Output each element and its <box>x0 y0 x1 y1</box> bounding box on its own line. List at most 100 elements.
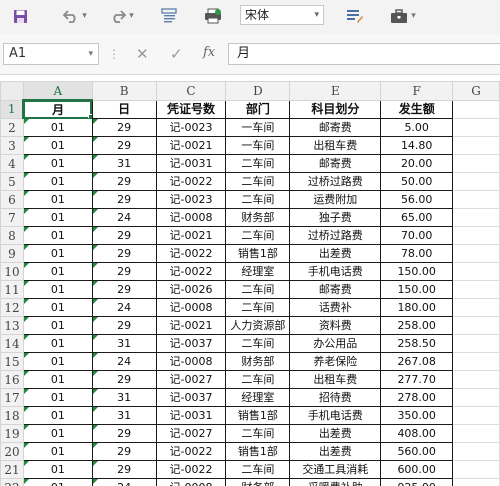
cell[interactable]: 01 <box>22 226 93 245</box>
cell[interactable]: 出租车费 <box>289 136 382 155</box>
cell[interactable]: 14.80 <box>380 136 454 155</box>
cell[interactable]: 二车间 <box>225 298 291 317</box>
cell[interactable]: 31 <box>91 154 157 173</box>
cell[interactable]: 29 <box>91 244 157 263</box>
cell[interactable]: 29 <box>91 226 157 245</box>
cell[interactable]: 养老保险 <box>289 352 382 371</box>
cell[interactable]: 29 <box>91 316 157 335</box>
cell[interactable]: 277.70 <box>380 370 454 389</box>
column-header[interactable]: F <box>380 81 454 101</box>
cell[interactable]: 二车间 <box>225 424 291 443</box>
cell[interactable]: 销售1部 <box>225 244 291 263</box>
cell[interactable]: 经理室 <box>225 388 291 407</box>
row-header[interactable]: 7 <box>0 208 24 227</box>
row-header[interactable]: 1 <box>0 99 25 119</box>
cell[interactable] <box>452 136 500 155</box>
cell[interactable]: 600.00 <box>380 460 454 479</box>
undo-dropdown-icon[interactable]: ▾ <box>82 11 87 21</box>
cell[interactable] <box>452 172 500 191</box>
insert-function-icon[interactable]: fx <box>203 45 215 60</box>
row-header[interactable]: 2 <box>0 118 24 137</box>
cell[interactable]: 二车间 <box>225 334 291 353</box>
cell[interactable] <box>452 424 500 443</box>
cell[interactable]: 24 <box>91 352 157 371</box>
row-header[interactable]: 6 <box>0 190 24 209</box>
cell[interactable]: 手机电话费 <box>289 406 382 425</box>
cell[interactable]: 邮寄费 <box>289 280 382 299</box>
enter-icon[interactable]: ✓ <box>170 45 183 63</box>
cell[interactable] <box>452 298 500 317</box>
cell[interactable]: 29 <box>91 424 157 443</box>
cell[interactable]: 01 <box>22 316 93 335</box>
cell[interactable]: 二车间 <box>225 172 291 191</box>
cell[interactable]: 发生额 <box>380 99 454 119</box>
cell[interactable]: 65.00 <box>380 208 454 227</box>
cell[interactable]: 01 <box>22 352 93 371</box>
cell[interactable]: 记-0023 <box>155 190 227 209</box>
row-header[interactable]: 17 <box>0 388 24 407</box>
cell[interactable]: 人力资源部 <box>225 316 291 335</box>
format-painter-icon[interactable] <box>158 6 180 26</box>
row-header[interactable]: 11 <box>0 280 24 299</box>
cell[interactable]: 记-0008 <box>155 352 227 371</box>
cell[interactable]: 29 <box>91 118 157 137</box>
cell[interactable]: 经理室 <box>225 262 291 281</box>
cell[interactable] <box>452 99 500 119</box>
cell[interactable]: 出差费 <box>289 244 382 263</box>
cell[interactable]: 记-0022 <box>155 442 227 461</box>
cell[interactable]: 独子费 <box>289 208 382 227</box>
cell[interactable]: 01 <box>22 460 93 479</box>
undo-icon[interactable]: ▾ <box>58 6 92 26</box>
cell[interactable]: 350.00 <box>380 406 454 425</box>
column-header[interactable]: A <box>22 81 93 101</box>
cell[interactable]: 29 <box>91 442 157 461</box>
row-header[interactable]: 14 <box>0 334 24 353</box>
cell[interactable]: 258.50 <box>380 334 454 353</box>
cell[interactable]: 销售1部 <box>225 442 291 461</box>
cell[interactable] <box>452 460 500 479</box>
cell[interactable]: 29 <box>91 172 157 191</box>
cell[interactable]: 01 <box>22 190 93 209</box>
row-header[interactable]: 8 <box>0 226 24 245</box>
drag-handle-icon[interactable]: ⋮ <box>108 47 120 61</box>
redo-dropdown-icon[interactable]: ▾ <box>129 11 134 21</box>
cancel-icon[interactable]: ✕ <box>136 45 149 63</box>
row-header[interactable]: 15 <box>0 352 24 371</box>
row-header[interactable]: 12 <box>0 298 24 317</box>
row-header[interactable]: 10 <box>0 262 24 281</box>
cell[interactable]: 记-0023 <box>155 118 227 137</box>
cell[interactable]: 二车间 <box>225 154 291 173</box>
cell[interactable]: 记-0027 <box>155 370 227 389</box>
row-header[interactable]: 22 <box>0 478 24 486</box>
cell[interactable]: 二车间 <box>225 280 291 299</box>
cell[interactable]: 财务部 <box>225 208 291 227</box>
conditional-format-icon[interactable] <box>344 6 366 26</box>
cell[interactable]: 78.00 <box>380 244 454 263</box>
cell[interactable]: 凭证号数 <box>155 99 227 119</box>
cell[interactable]: 01 <box>22 478 93 486</box>
cell[interactable]: 01 <box>22 172 93 191</box>
cell[interactable]: 招待费 <box>289 388 382 407</box>
cell[interactable]: 财务部 <box>225 352 291 371</box>
cell[interactable]: 二车间 <box>225 370 291 389</box>
cell[interactable]: 24 <box>91 478 157 486</box>
cell[interactable]: 267.08 <box>380 352 454 371</box>
cell[interactable]: 过桥过路费 <box>289 172 382 191</box>
cell[interactable]: 一车间 <box>225 136 291 155</box>
row-header[interactable]: 13 <box>0 316 24 335</box>
cell[interactable]: 出差费 <box>289 442 382 461</box>
cell[interactable]: 01 <box>22 370 93 389</box>
cell[interactable]: 408.00 <box>380 424 454 443</box>
cell[interactable]: 记-0022 <box>155 262 227 281</box>
cell[interactable]: 150.00 <box>380 280 454 299</box>
cell[interactable]: 01 <box>22 424 93 443</box>
column-header[interactable]: G <box>452 81 500 101</box>
cell[interactable] <box>452 190 500 209</box>
cell[interactable]: 记-0031 <box>155 406 227 425</box>
cell[interactable]: 01 <box>22 298 93 317</box>
cell[interactable]: 180.00 <box>380 298 454 317</box>
cell[interactable]: 记-0008 <box>155 208 227 227</box>
cell[interactable]: 日 <box>91 99 157 119</box>
cell[interactable]: 20.00 <box>380 154 454 173</box>
cell[interactable]: 记-0027 <box>155 424 227 443</box>
